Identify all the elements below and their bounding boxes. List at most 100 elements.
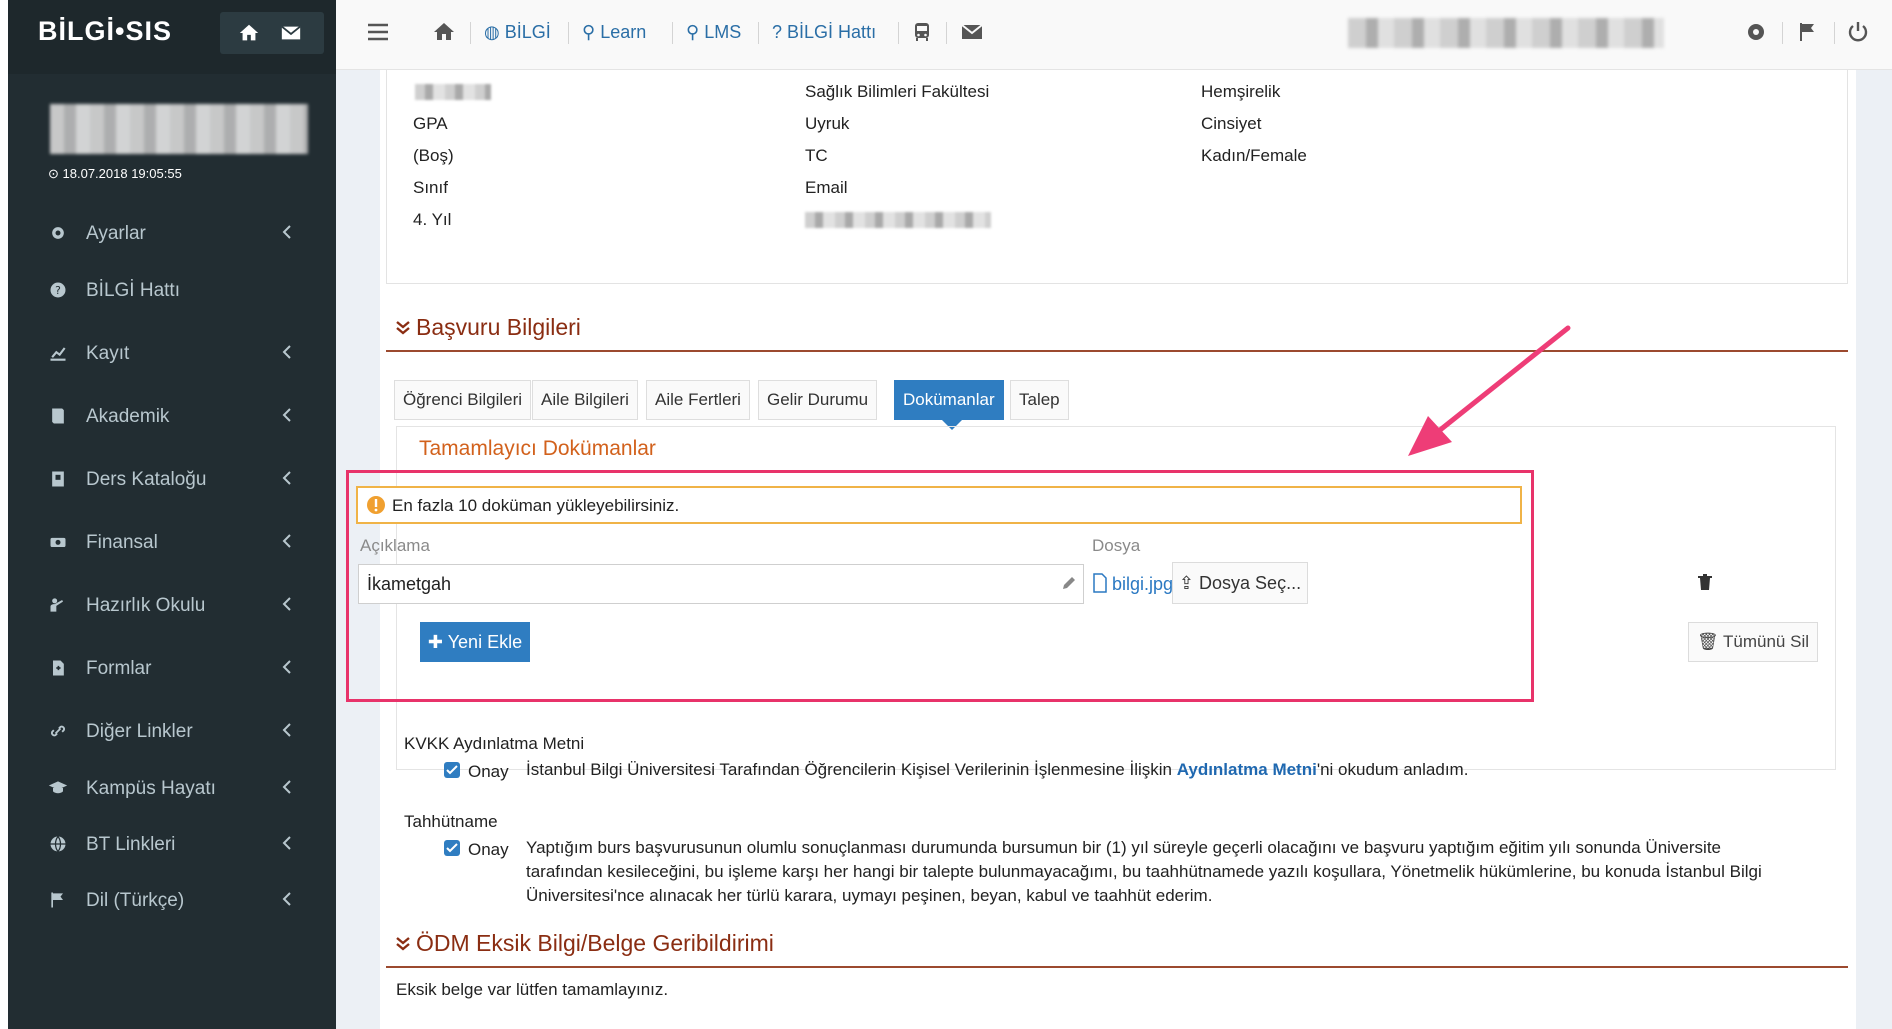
pledge-line-2: tarafından kesileceğini, bu işleme karşı…: [526, 862, 1762, 881]
nav-separator: [470, 22, 471, 44]
check-icon: [446, 765, 458, 775]
nav-link-bilgi-hatti[interactable]: ? BİLGİ Hattı: [772, 22, 876, 43]
clock-icon: ⊙: [48, 166, 63, 181]
home-icon[interactable]: [238, 22, 260, 44]
choose-file-label: Dosya Seç...: [1199, 572, 1302, 593]
odm-message: Eksik belge var lütfen tamamlayınız.: [396, 980, 669, 999]
sidebar-item-label: Formlar: [86, 658, 152, 679]
sidebar-item-kampus-hayati[interactable]: Kampüs Hayatı: [8, 770, 336, 810]
question-circle-icon: ?: [50, 282, 66, 298]
book-icon: [52, 408, 64, 424]
tab-gelir-durumu[interactable]: Gelir Durumu: [758, 380, 878, 420]
link-icon: ⚲: [686, 22, 700, 42]
catalog-icon: [52, 471, 64, 487]
tab-talep[interactable]: Talep: [1010, 380, 1069, 420]
kvkk-link[interactable]: Aydınlatma Metni: [1177, 760, 1317, 779]
teacher-icon: [50, 598, 63, 612]
kvkk-text: İstanbul Bilgi Üniversitesi Tarafından Ö…: [526, 760, 1468, 780]
sidebar-item-formlar[interactable]: Formlar: [8, 650, 336, 690]
chevron-left-icon: [282, 892, 291, 906]
sidebar-item-kayit[interactable]: Kayıt: [8, 335, 336, 375]
file-icon: [1093, 573, 1107, 593]
sidebar-item-hazirlik-okulu[interactable]: Hazırlık Okulu: [8, 587, 336, 627]
tab-aile-fertleri[interactable]: Aile Fertleri: [646, 380, 750, 420]
sidebar-item-label: Akademik: [86, 406, 170, 427]
nav-link-bilgi[interactable]: ◍ BİLGİ: [484, 22, 551, 43]
user-fullname-blurred[interactable]: [1348, 18, 1664, 48]
email-value-blurred: [805, 212, 991, 228]
nav-separator: [1834, 22, 1835, 44]
sidebar-item-label: Ayarlar: [86, 223, 146, 244]
home-icon[interactable]: [432, 20, 456, 44]
kvkk-checkbox[interactable]: [444, 762, 460, 778]
sidebar-item-finansal[interactable]: Finansal: [8, 524, 336, 564]
question-circle-icon: ?: [772, 22, 783, 42]
brand-logo[interactable]: BİLGİ•SIS: [38, 16, 172, 47]
chevron-left-icon: [282, 723, 291, 737]
check-icon: [446, 843, 458, 853]
nav-link-learn[interactable]: ⚲ Learn: [582, 22, 646, 43]
sidebar-item-dil[interactable]: Dil (Türkçe): [8, 882, 336, 922]
upload-limit-warning: En fazla 10 doküman yükleyebilirsiniz.: [356, 486, 1522, 524]
nav-link-label: BİLGİ Hattı: [787, 22, 877, 42]
flag-icon[interactable]: [1796, 20, 1820, 44]
trash-icon: 🗑: [1697, 632, 1719, 651]
nationality-label: Uyruk: [805, 114, 850, 133]
exclamation-icon: [367, 496, 385, 514]
add-new-button[interactable]: ✚ Yeni Ekle: [420, 622, 530, 662]
money-icon: [50, 537, 66, 547]
sidebar-item-bt-linkleri[interactable]: BT Linkleri: [8, 826, 336, 866]
sidebar-item-ders-katalogu[interactable]: Ders Kataloğu: [8, 461, 336, 501]
add-new-label: Yeni Ekle: [447, 631, 523, 652]
nav-separator: [758, 22, 759, 44]
chevron-left-icon: [282, 660, 291, 674]
mail-icon[interactable]: [280, 22, 302, 44]
sidebar-item-ayarlar[interactable]: Ayarlar: [8, 215, 336, 255]
last-login-time: 18.07.2018 19:05:55: [62, 166, 182, 181]
kvkk-title: KVKK Aydınlatma Metni: [404, 734, 585, 753]
link-icon: ⚲: [582, 22, 596, 42]
sidebar: BİLGİ•SIS ⊙ 18.07.2018 19:05:55 Ayarlar …: [8, 0, 336, 1029]
student-id-blurred: [415, 84, 491, 100]
hamburger-menu-icon[interactable]: [364, 20, 392, 44]
odm-section-header[interactable]: ÖDM Eksik Bilgi/Belge Geribildirimi: [386, 922, 1848, 968]
delete-all-button[interactable]: 🗑 Tümünü Sil: [1688, 622, 1818, 662]
sidebar-item-diger-linkler[interactable]: Diğer Linkler: [8, 713, 336, 753]
sidebar-item-label: Kayıt: [86, 343, 130, 364]
bus-icon[interactable]: [910, 20, 934, 44]
description-input[interactable]: [358, 564, 1084, 604]
student-info-box: Sağlık Bilimleri Fakültesi Hemşirelik GP…: [386, 70, 1848, 284]
description-label: Açıklama: [360, 536, 430, 555]
sidebar-item-label: Hazırlık Okulu: [86, 595, 206, 616]
sidebar-item-akademik[interactable]: Akademik: [8, 398, 336, 438]
tab-ogrenci-bilgileri[interactable]: Öğrenci Bilgileri: [394, 380, 532, 420]
sidebar-item-label: Dil (Türkçe): [86, 890, 185, 911]
chevron-left-icon: [282, 780, 291, 794]
svg-text:?: ?: [55, 284, 61, 297]
odm-section-title: ÖDM Eksik Bilgi/Belge Geribildirimi: [416, 930, 774, 956]
nav-separator: [898, 22, 899, 44]
tab-dokumanlar[interactable]: Dokümanlar: [894, 380, 1004, 420]
user-name-blurred: [50, 104, 308, 154]
sidebar-item-label: Kampüs Hayatı: [86, 778, 216, 799]
uploaded-file-link[interactable]: bilgi.jpg: [1112, 574, 1173, 595]
gear-icon[interactable]: [1744, 20, 1768, 44]
upload-icon: ⇪: [1178, 572, 1195, 593]
application-section-title: Başvuru Bilgileri: [416, 314, 581, 340]
application-section-header[interactable]: Başvuru Bilgileri: [386, 306, 1848, 352]
pledge-line-1: Yaptığım burs başvurusunun olumlu sonuçl…: [526, 838, 1721, 857]
kvkk-text-after: 'ni okudum anladım.: [1316, 760, 1469, 779]
trash-icon[interactable]: [1696, 572, 1714, 592]
choose-file-button[interactable]: ⇪ Dosya Seç...: [1172, 562, 1308, 604]
brand-bar: BİLGİ•SIS: [8, 0, 336, 74]
nav-link-lms[interactable]: ⚲ LMS: [686, 22, 741, 43]
pledge-checkbox[interactable]: [444, 840, 460, 856]
envelope-icon[interactable]: [960, 20, 984, 44]
pencil-icon: [1063, 577, 1075, 589]
nav-link-label: Learn: [600, 22, 647, 42]
power-icon[interactable]: [1846, 20, 1870, 44]
nav-separator: [946, 22, 947, 44]
nav-link-label: BİLGİ: [504, 22, 551, 42]
tab-aile-bilgileri[interactable]: Aile Bilgileri: [532, 380, 638, 420]
sidebar-item-bilgi-hatti[interactable]: ? BİLGİ Hattı: [8, 272, 336, 312]
